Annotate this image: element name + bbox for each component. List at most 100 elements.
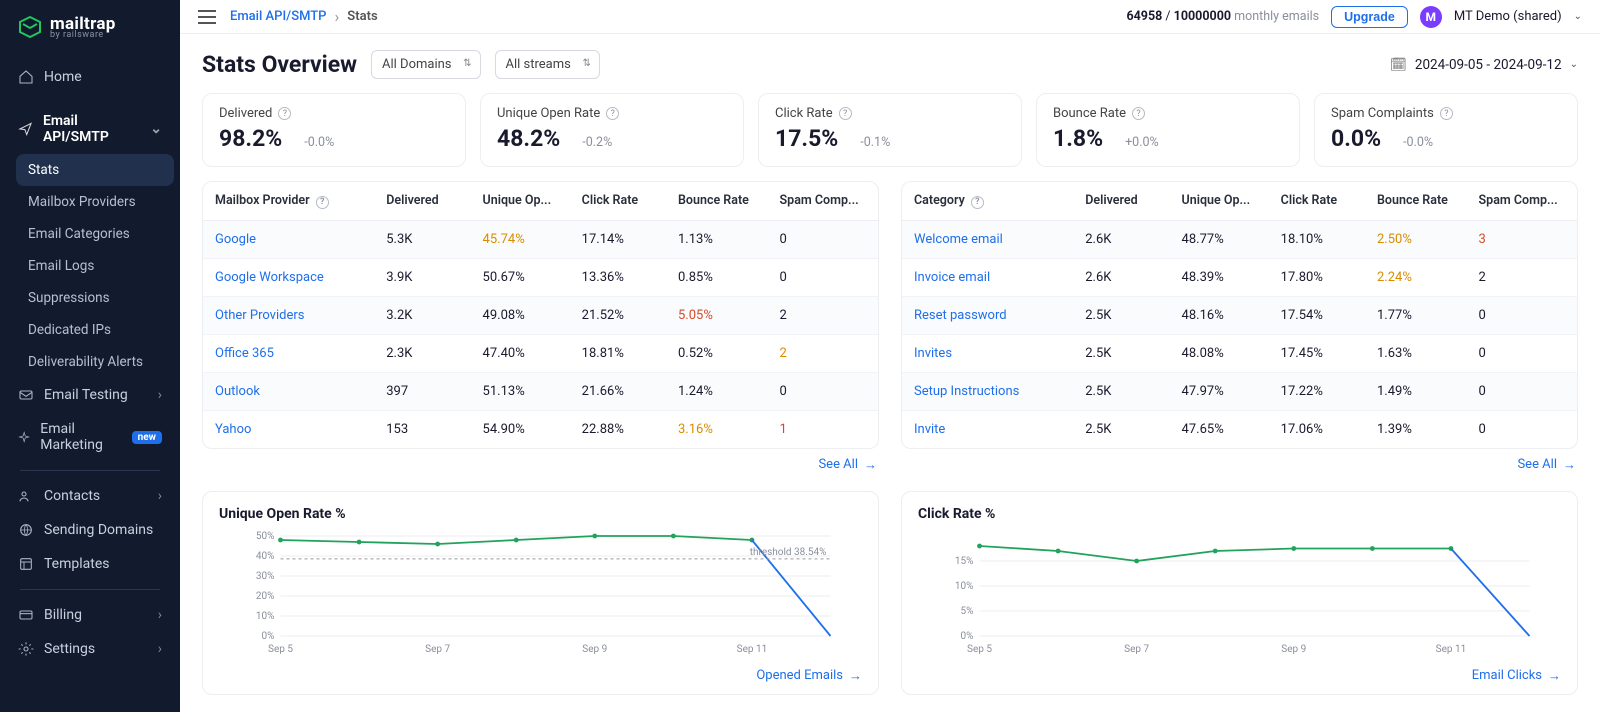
table-cell[interactable]: Outlook bbox=[203, 372, 374, 410]
table-row[interactable]: Google5.3K45.74%17.14%1.13%0 bbox=[203, 220, 878, 258]
table-header: Spam Comp... bbox=[1467, 182, 1577, 220]
logo[interactable]: mailtrap by railsware bbox=[0, 0, 180, 50]
sidebar-item-home[interactable]: Home bbox=[6, 60, 174, 94]
sidebar-item-mailbox-providers[interactable]: Mailbox Providers bbox=[16, 186, 174, 218]
svg-text:0%: 0% bbox=[961, 631, 974, 642]
table-cell[interactable]: Google bbox=[203, 220, 374, 258]
table-cell: 51.13% bbox=[471, 372, 570, 410]
table-cell[interactable]: Invite bbox=[902, 410, 1073, 448]
domain-filter[interactable]: All Domains bbox=[371, 50, 481, 79]
page-title: Stats Overview bbox=[202, 51, 357, 78]
kpi-label: Delivered ? bbox=[219, 106, 449, 121]
kpi-delta: -0.0% bbox=[304, 135, 334, 150]
table-header: Delivered bbox=[374, 182, 470, 220]
providers-see-all-link[interactable]: See All → bbox=[818, 457, 877, 473]
stream-filter[interactable]: All streams bbox=[495, 50, 600, 79]
table-cell: 0.85% bbox=[666, 258, 768, 296]
svg-text:5%: 5% bbox=[961, 606, 974, 617]
table-cell[interactable]: Setup Instructions bbox=[902, 372, 1073, 410]
table-cell[interactable]: Reset password bbox=[902, 296, 1073, 334]
table-cell: 54.90% bbox=[471, 410, 570, 448]
table-row[interactable]: Google Workspace3.9K50.67%13.36%0.85%0 bbox=[203, 258, 878, 296]
table-cell[interactable]: Invoice email bbox=[902, 258, 1073, 296]
opened-emails-link[interactable]: Opened Emails → bbox=[756, 668, 862, 684]
kpi-value: 98.2% bbox=[219, 125, 282, 152]
help-icon[interactable]: ? bbox=[1132, 107, 1145, 120]
table-cell: 17.14% bbox=[570, 220, 666, 258]
categories-see-all-link[interactable]: See All → bbox=[1517, 457, 1576, 473]
date-range-picker[interactable]: 🗓 2024-09-05 - 2024-09-12 ⌄ bbox=[1390, 57, 1578, 73]
avatar[interactable]: M bbox=[1420, 6, 1442, 28]
chevron-right-icon: › bbox=[158, 387, 162, 403]
sidebar-item-email-categories[interactable]: Email Categories bbox=[16, 218, 174, 250]
help-icon[interactable]: ? bbox=[1440, 107, 1453, 120]
table-cell[interactable]: Yahoo bbox=[203, 410, 374, 448]
sidebar-item-suppressions[interactable]: Suppressions bbox=[16, 282, 174, 314]
help-icon[interactable]: ? bbox=[971, 196, 984, 209]
sidebar-item-sending-domains[interactable]: Sending Domains bbox=[6, 513, 174, 547]
breadcrumb-root[interactable]: Email API/SMTP bbox=[230, 9, 326, 24]
upgrade-button[interactable]: Upgrade bbox=[1331, 6, 1408, 28]
sidebar-item-email-api[interactable]: Email API/SMTP ⌄ bbox=[6, 104, 174, 154]
sidebar-item-settings[interactable]: Settings › bbox=[6, 632, 174, 666]
sidebar-item-email-marketing[interactable]: Email Marketing new bbox=[6, 412, 174, 462]
inbox-icon bbox=[18, 387, 34, 403]
table-cell[interactable]: Welcome email bbox=[902, 220, 1073, 258]
help-icon[interactable]: ? bbox=[839, 107, 852, 120]
svg-text:Sep 5: Sep 5 bbox=[268, 644, 293, 655]
table-cell: 3 bbox=[1467, 220, 1577, 258]
table-row[interactable]: Yahoo15354.90%22.88%3.16%1 bbox=[203, 410, 878, 448]
sidebar-item-deliverability-alerts[interactable]: Deliverability Alerts bbox=[16, 346, 174, 378]
table-row[interactable]: Welcome email2.6K48.77%18.10%2.50%3 bbox=[902, 220, 1577, 258]
help-icon[interactable]: ? bbox=[316, 196, 329, 209]
chevron-down-icon: ⌄ bbox=[1570, 59, 1578, 70]
table-row[interactable]: Setup Instructions2.5K47.97%17.22%1.49%0 bbox=[902, 372, 1577, 410]
sidebar-item-email-testing[interactable]: Email Testing › bbox=[6, 378, 174, 412]
menu-toggle-icon[interactable] bbox=[198, 10, 216, 24]
table-cell[interactable]: Invites bbox=[902, 334, 1073, 372]
chart-title: Click Rate % bbox=[918, 506, 1561, 522]
table-row[interactable]: Invites2.5K48.08%17.45%1.63%0 bbox=[902, 334, 1577, 372]
kpi-card: Unique Open Rate ?48.2%-0.2% bbox=[480, 93, 744, 167]
chevron-right-icon: › bbox=[158, 488, 162, 504]
sidebar-item-email-logs[interactable]: Email Logs bbox=[16, 250, 174, 282]
table-cell: 2.5K bbox=[1073, 372, 1169, 410]
globe-icon bbox=[18, 522, 34, 538]
kpi-value: 17.5% bbox=[775, 125, 838, 152]
kpi-label: Unique Open Rate ? bbox=[497, 106, 727, 121]
table-row[interactable]: Other Providers3.2K49.08%21.52%5.05%2 bbox=[203, 296, 878, 334]
table-cell: 0 bbox=[1467, 372, 1577, 410]
kpi-value: 48.2% bbox=[497, 125, 560, 152]
help-icon[interactable]: ? bbox=[278, 107, 291, 120]
chevron-down-icon[interactable]: ⌄ bbox=[1574, 11, 1582, 22]
calendar-icon: 🗓 bbox=[1390, 57, 1407, 73]
table-cell: 0 bbox=[768, 372, 878, 410]
table-cell: 3.9K bbox=[374, 258, 470, 296]
kpi-delta: -0.1% bbox=[860, 135, 890, 150]
table-cell[interactable]: Other Providers bbox=[203, 296, 374, 334]
table-cell[interactable]: Office 365 bbox=[203, 334, 374, 372]
table-cell[interactable]: Google Workspace bbox=[203, 258, 374, 296]
sidebar-item-contacts[interactable]: Contacts › bbox=[6, 479, 174, 513]
sidebar-item-dedicated-ips[interactable]: Dedicated IPs bbox=[16, 314, 174, 346]
email-quota: 64958 / 10000000 monthly emails bbox=[1126, 9, 1319, 24]
sidebar-item-templates[interactable]: Templates bbox=[6, 547, 174, 581]
table-cell: 45.74% bbox=[471, 220, 570, 258]
help-icon[interactable]: ? bbox=[606, 107, 619, 120]
svg-text:Sep 11: Sep 11 bbox=[737, 644, 768, 655]
email-clicks-link[interactable]: Email Clicks → bbox=[1472, 668, 1561, 684]
chevron-right-icon: › bbox=[158, 641, 162, 657]
table-row[interactable]: Invite2.5K47.65%17.06%1.39%0 bbox=[902, 410, 1577, 448]
sidebar-item-billing[interactable]: Billing › bbox=[6, 598, 174, 632]
table-row[interactable]: Outlook39751.13%21.66%1.24%0 bbox=[203, 372, 878, 410]
svg-text:Sep 7: Sep 7 bbox=[1124, 644, 1149, 655]
table-cell: 21.66% bbox=[570, 372, 666, 410]
sidebar-item-stats[interactable]: Stats bbox=[16, 154, 174, 186]
account-name[interactable]: MT Demo (shared) bbox=[1454, 9, 1562, 24]
table-row[interactable]: Invoice email2.6K48.39%17.80%2.24%2 bbox=[902, 258, 1577, 296]
table-row[interactable]: Office 3652.3K47.40%18.81%0.52%2 bbox=[203, 334, 878, 372]
table-row[interactable]: Reset password2.5K48.16%17.54%1.77%0 bbox=[902, 296, 1577, 334]
click-rate-chart: Click Rate % 0%5%10%15%Sep 5Sep 7Sep 9Se… bbox=[901, 491, 1578, 695]
providers-table: Mailbox Provider?DeliveredUnique Op...Cl… bbox=[202, 181, 879, 449]
table-cell: 2 bbox=[768, 296, 878, 334]
